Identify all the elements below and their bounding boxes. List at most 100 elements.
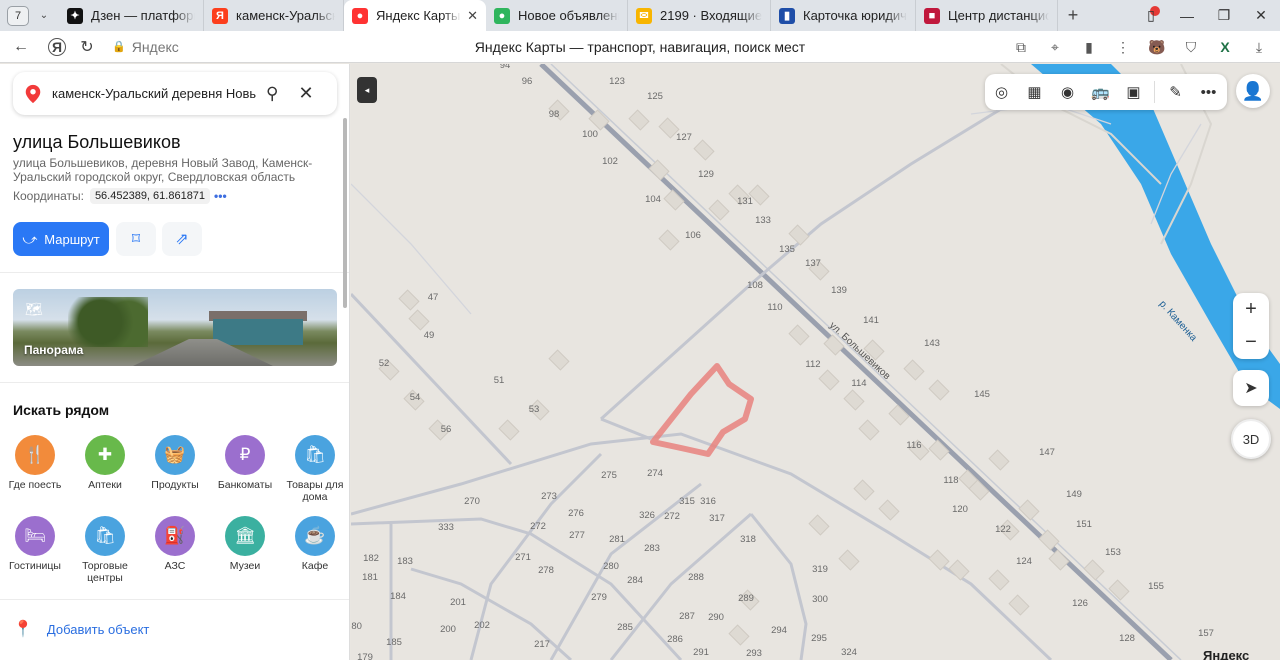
- divider: [0, 272, 349, 273]
- minimize-icon[interactable]: —: [1168, 0, 1206, 31]
- bookmark-icon[interactable]: ▮: [1076, 34, 1102, 60]
- house-number: 201: [450, 597, 466, 608]
- traffic-icon[interactable]: ▣: [1117, 74, 1150, 110]
- new-tab-button[interactable]: +: [1058, 5, 1088, 26]
- layers-icon[interactable]: ◎: [985, 74, 1018, 110]
- house-number: 56: [441, 424, 452, 435]
- building: [808, 514, 830, 536]
- close-icon[interactable]: ✕: [298, 83, 313, 104]
- category-shopping-bag[interactable]: 🛍 Товары для дома: [280, 435, 349, 503]
- transport-icon[interactable]: 🚌: [1084, 74, 1117, 110]
- panorama-preview[interactable]: 🗺 Панорама: [13, 289, 337, 366]
- house-number: 277: [569, 530, 585, 541]
- category-fork-knife[interactable]: 🍴 Где поесть: [0, 435, 70, 491]
- category-mall-bag[interactable]: 🛍 Торговые центры: [70, 516, 140, 584]
- add-object-link[interactable]: 📍 Добавить объект: [13, 619, 149, 639]
- extension-shield-icon[interactable]: ⛉: [1178, 34, 1204, 60]
- museum-icon: 🏛: [225, 516, 265, 556]
- panel-scrollbar[interactable]: [343, 118, 347, 308]
- zoom-out-button[interactable]: −: [1233, 326, 1269, 359]
- browser-tab[interactable]: Якаменск-Уральский д: [204, 0, 344, 31]
- house-number: 279: [591, 592, 607, 603]
- building: [548, 349, 570, 371]
- house-number: 181: [362, 572, 378, 583]
- search-box[interactable]: каменск-Уральский деревня Новый Завод ⚲ …: [13, 72, 337, 115]
- close-window-icon[interactable]: ✕: [1242, 0, 1280, 31]
- search-icon[interactable]: ⚲: [266, 84, 278, 104]
- lock-icon: 🔒: [112, 41, 126, 53]
- map-svg[interactable]: 94 96 123 125 98 100 127 102 129 104 131133 106 135 1…: [351, 64, 1280, 660]
- extension-bear-icon[interactable]: 🐻: [1144, 34, 1170, 60]
- route-button[interactable]: ⤻ Маршрут: [13, 222, 109, 256]
- browser-tab[interactable]: ■ Центр дистанционн: [916, 0, 1058, 31]
- extension-excel-icon[interactable]: X: [1212, 34, 1238, 60]
- house-number: 47: [428, 292, 439, 303]
- collapse-panel-button[interactable]: ◂: [357, 77, 377, 103]
- add-location-icon: 📍: [13, 621, 33, 638]
- tab-counter[interactable]: 7: [7, 5, 29, 26]
- house-number-labels: 94 96 123 125 98 100 127 102 129 104 131133 106 135 1…: [351, 64, 1214, 660]
- house-number: 317: [709, 513, 725, 524]
- house-number: 200: [440, 624, 456, 635]
- chevron-down-icon[interactable]: ⌄: [35, 10, 53, 21]
- user-avatar[interactable]: 👤: [1236, 74, 1270, 108]
- category-basket[interactable]: 🧺 Продукты: [140, 435, 210, 491]
- more-icon[interactable]: •••: [1192, 74, 1225, 110]
- locate-me-button[interactable]: ➤: [1233, 370, 1269, 406]
- category-museum[interactable]: 🏛 Музеи: [210, 516, 280, 572]
- downloads-icon[interactable]: ⤓: [1246, 34, 1272, 60]
- url-domain[interactable]: Яндекс: [132, 39, 179, 55]
- browser-tab[interactable]: ▮ Карточка юридическ: [771, 0, 916, 31]
- map-type-icon[interactable]: ▦: [1018, 74, 1051, 110]
- category-ruble[interactable]: ₽ Банкоматы: [210, 435, 280, 491]
- house-number: 106: [685, 230, 701, 241]
- category-label: Где поесть: [8, 479, 62, 491]
- browser-tab[interactable]: ✉ 2199 · Входящие — Я: [628, 0, 771, 31]
- shopping-bag-icon: 🛍: [295, 435, 335, 475]
- zoom-in-button[interactable]: +: [1233, 293, 1269, 326]
- building: [788, 324, 810, 346]
- category-fuel[interactable]: ⛽ АЗС: [140, 516, 210, 572]
- search-input[interactable]: каменск-Уральский деревня Новый Завод: [52, 86, 256, 101]
- coordinates-value[interactable]: 56.452389, 61.861871: [89, 188, 211, 204]
- house-number: 326: [639, 510, 655, 521]
- extension-icon[interactable]: ⧉: [1008, 34, 1034, 60]
- house-number: 333: [438, 522, 454, 533]
- 3d-button[interactable]: 3D: [1231, 419, 1271, 459]
- house-number: 153: [1105, 547, 1121, 558]
- category-coffee[interactable]: ☕ Кафе: [280, 516, 349, 572]
- more-dots-icon[interactable]: •••: [214, 189, 227, 203]
- browser-tab[interactable]: ● Яндекс Карты — т ✕: [344, 0, 486, 31]
- tab-title: Дзен — платформа д: [91, 8, 195, 23]
- location-icon[interactable]: ⌖: [1042, 34, 1068, 60]
- share-button[interactable]: ⇗: [162, 222, 202, 256]
- house-number: 278: [538, 565, 554, 576]
- close-tab-icon[interactable]: ✕: [467, 8, 478, 24]
- map-canvas[interactable]: 94 96 123 125 98 100 127 102 129 104 131 133 106 135 1…: [351, 64, 1280, 660]
- house-number: 122: [995, 524, 1011, 535]
- maximize-icon[interactable]: ❐: [1205, 0, 1243, 31]
- category-bed[interactable]: 🛏 Гостиницы: [0, 516, 70, 572]
- bookmark-button[interactable]: ⌑: [116, 222, 156, 256]
- profile-bell-icon[interactable]: ▯: [1132, 0, 1170, 31]
- yandex-logo-icon[interactable]: Я: [48, 37, 66, 56]
- mall-bag-icon: 🛍: [85, 516, 125, 556]
- house-number: 315: [679, 496, 695, 507]
- ruler-icon[interactable]: ✎: [1159, 74, 1192, 110]
- building: [648, 159, 670, 181]
- house-number: 120: [952, 504, 968, 515]
- maps-pin-icon: ●: [352, 7, 368, 24]
- house-number: 318: [740, 534, 756, 545]
- more-menu-icon[interactable]: ⋮: [1110, 34, 1136, 60]
- browser-tab[interactable]: ✦ Дзен — платформа д: [59, 0, 204, 31]
- browser-tab[interactable]: ● Новое объявление —: [486, 0, 628, 31]
- back-arrow-icon[interactable]: ←: [8, 34, 34, 60]
- mail-icon: ✉: [636, 7, 652, 24]
- panorama-icon[interactable]: ◉: [1051, 74, 1084, 110]
- reload-icon[interactable]: ↻: [74, 34, 100, 60]
- house-number: 53: [529, 404, 540, 415]
- category-pharmacy[interactable]: ✚ Аптеки: [70, 435, 140, 491]
- dzen-icon: ✦: [67, 7, 83, 24]
- house-number: 143: [924, 338, 940, 349]
- toolbar-separator: [1154, 81, 1155, 103]
